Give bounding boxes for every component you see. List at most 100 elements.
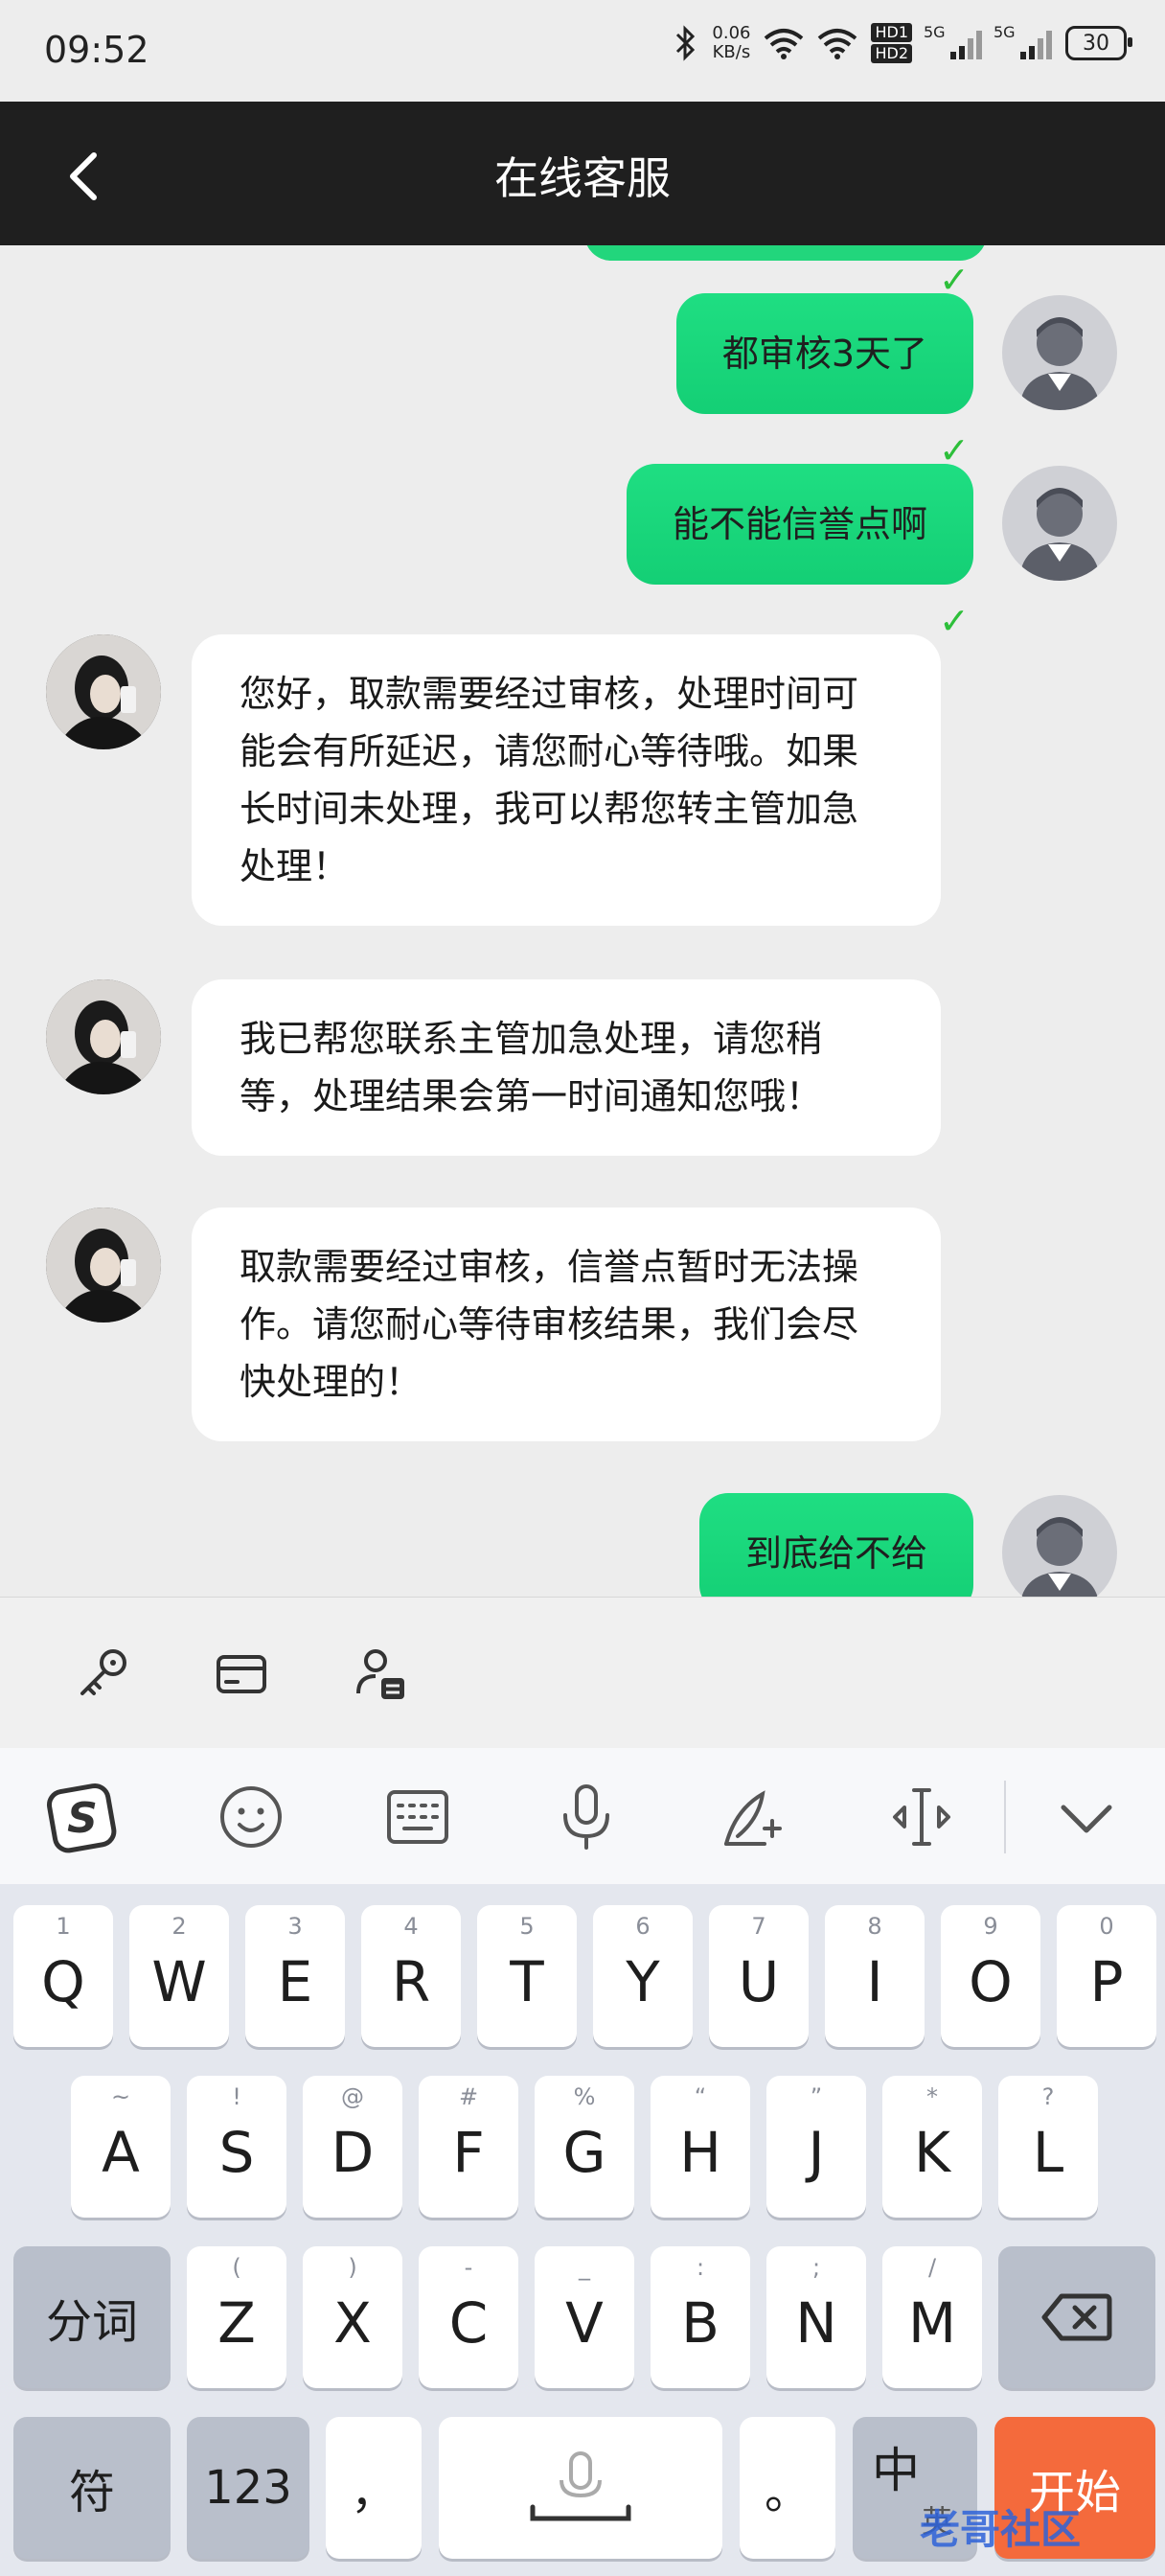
status-time: 09:52 xyxy=(44,29,149,71)
key-v[interactable]: _ V xyxy=(535,2246,634,2388)
sogou-logo-icon[interactable]: S xyxy=(46,1781,119,1853)
symbol-key[interactable]: 符 xyxy=(13,2417,171,2559)
key-sub: @ xyxy=(341,2083,364,2110)
user-avatar[interactable] xyxy=(1002,1495,1117,1597)
key-main: P xyxy=(1089,1949,1124,2014)
key-icon[interactable] xyxy=(75,1645,132,1703)
keyboard-top-bar: S xyxy=(0,1748,1165,1885)
key-main: V xyxy=(565,2290,604,2356)
handwriting-icon[interactable] xyxy=(717,1781,789,1853)
period-key[interactable]: 。 xyxy=(740,2417,835,2559)
sim1-label: 5G xyxy=(924,23,946,41)
key-sub: ” xyxy=(810,2083,823,2110)
key-main: G xyxy=(562,2120,606,2185)
key-m[interactable]: / M xyxy=(882,2246,982,2388)
key-e[interactable]: 3E xyxy=(245,1905,345,2047)
key-u[interactable]: 7U xyxy=(709,1905,809,2047)
user-avatar[interactable] xyxy=(1002,295,1117,410)
key-j[interactable]: ” J xyxy=(766,2076,866,2218)
key-sub: ( xyxy=(232,2254,241,2281)
key-r[interactable]: 4R xyxy=(361,1905,461,2047)
read-check-icon: ✓ xyxy=(939,600,970,642)
key-t[interactable]: 5T xyxy=(477,1905,577,2047)
key-main: J xyxy=(808,2120,825,2185)
key-sub: / xyxy=(927,2254,937,2281)
key-c[interactable]: -C xyxy=(419,2246,518,2388)
key-main: I xyxy=(866,1949,883,2014)
period-label: 。 xyxy=(764,2466,811,2519)
key-main: N xyxy=(795,2290,837,2356)
collapse-chevron-icon[interactable] xyxy=(1050,1781,1123,1853)
key-p[interactable]: 0P xyxy=(1057,1905,1156,2047)
message-bubble-received[interactable]: 您好，取款需要经过审核，处理时间可能会有所延迟，请您耐心等待哦。如果长时间未处理… xyxy=(192,634,941,926)
message-bubble-sent[interactable]: 能不能信誉点啊 xyxy=(626,464,973,585)
key-sub: # xyxy=(458,2083,479,2110)
key-sub: : xyxy=(696,2254,705,2281)
emoji-icon[interactable] xyxy=(215,1781,287,1853)
number-key[interactable]: 123 xyxy=(187,2417,309,2559)
key-sub: 0 xyxy=(1099,1913,1114,1940)
key-q[interactable]: 1Q xyxy=(13,1905,113,2047)
zhong-label: 中 xyxy=(872,2443,920,2498)
status-icons: 0.06 KB/s HD1 HD2 5G 5G 30 xyxy=(672,23,1132,63)
agent-avatar[interactable] xyxy=(46,1208,161,1322)
key-x[interactable]: ) X xyxy=(303,2246,402,2388)
key-i[interactable]: 8I xyxy=(825,1905,925,2047)
key-main: M xyxy=(907,2290,957,2356)
message-bubble-sent[interactable]: 到底给不给 xyxy=(698,1493,973,1597)
key-sub: 7 xyxy=(751,1913,766,1940)
key-f[interactable]: # F xyxy=(419,2076,518,2218)
keyboard-icon[interactable] xyxy=(381,1781,454,1853)
message-bubble-sent[interactable]: 都审核3天了 xyxy=(675,293,973,414)
key-w[interactable]: 2W xyxy=(129,1905,229,2047)
agent-avatar[interactable] xyxy=(46,979,161,1094)
key-l[interactable]: ? L xyxy=(998,2076,1098,2218)
key-sub: ; xyxy=(811,2254,821,2281)
net-speed: 0.06 KB/s xyxy=(712,24,750,62)
message-bubble-received[interactable]: 取款需要经过审核，信誉点暂时无法操作。请您耐心等待审核结果，我们会尽快处理的！ xyxy=(192,1208,941,1441)
key-main: U xyxy=(738,1949,780,2014)
fenci-key[interactable]: 分词 xyxy=(13,2246,171,2388)
key-o[interactable]: 9O xyxy=(941,1905,1040,2047)
key-sub: 4 xyxy=(403,1913,419,1940)
space-key[interactable] xyxy=(439,2417,722,2559)
key-s[interactable]: ! S xyxy=(187,2076,286,2218)
key-sub: 1 xyxy=(56,1913,71,1940)
card-icon[interactable] xyxy=(213,1645,270,1703)
agent-avatar[interactable] xyxy=(46,634,161,749)
key-main: L xyxy=(1032,2120,1064,2185)
key-h[interactable]: “H xyxy=(651,2076,750,2218)
comma-key[interactable]: ， xyxy=(326,2417,422,2559)
user-avatar[interactable] xyxy=(1002,466,1117,581)
key-sub: ! xyxy=(232,2083,241,2110)
cursor-icon[interactable] xyxy=(885,1781,958,1853)
fenci-label: 分词 xyxy=(45,2295,138,2349)
user-list-icon[interactable] xyxy=(353,1645,410,1703)
signal-icon: 5G xyxy=(924,23,982,59)
message-bubble-received[interactable]: 我已帮您联系主管加急处理，请您稍等，处理结果会第一时间通知您哦！ xyxy=(192,979,941,1156)
microphone-icon[interactable] xyxy=(550,1781,623,1853)
key-main: T xyxy=(510,1949,544,2014)
key-main: A xyxy=(102,2120,140,2185)
key-sub: ? xyxy=(1041,2083,1055,2110)
key-y[interactable]: 6Y xyxy=(593,1905,693,2047)
sim2-label: 5G xyxy=(994,23,1016,41)
divider xyxy=(1004,1781,1006,1853)
key-sub: 3 xyxy=(287,1913,303,1940)
backspace-key[interactable] xyxy=(998,2246,1155,2388)
net-speed-unit: KB/s xyxy=(712,42,751,62)
key-b[interactable]: :B xyxy=(651,2246,750,2388)
key-a[interactable]: ~ A xyxy=(71,2076,171,2218)
key-n[interactable]: ; N xyxy=(766,2246,866,2388)
battery-icon: 30 xyxy=(1065,26,1132,60)
key-d[interactable]: @ D xyxy=(303,2076,402,2218)
key-main: K xyxy=(913,2120,951,2185)
key-z[interactable]: (Z xyxy=(187,2246,286,2388)
key-main: D xyxy=(331,2120,375,2185)
key-sub: * xyxy=(926,2083,938,2110)
previous-message-bubble xyxy=(584,245,987,261)
key-g[interactable]: % G xyxy=(535,2076,634,2218)
key-k[interactable]: * K xyxy=(882,2076,982,2218)
chat-area[interactable]: ✓ 都审核3天了 ✓ 能不能信誉点啊 ✓ 您好，取款需要经过审核，处理时间可能会… xyxy=(0,245,1165,1597)
space-mic-icon xyxy=(530,2451,631,2521)
